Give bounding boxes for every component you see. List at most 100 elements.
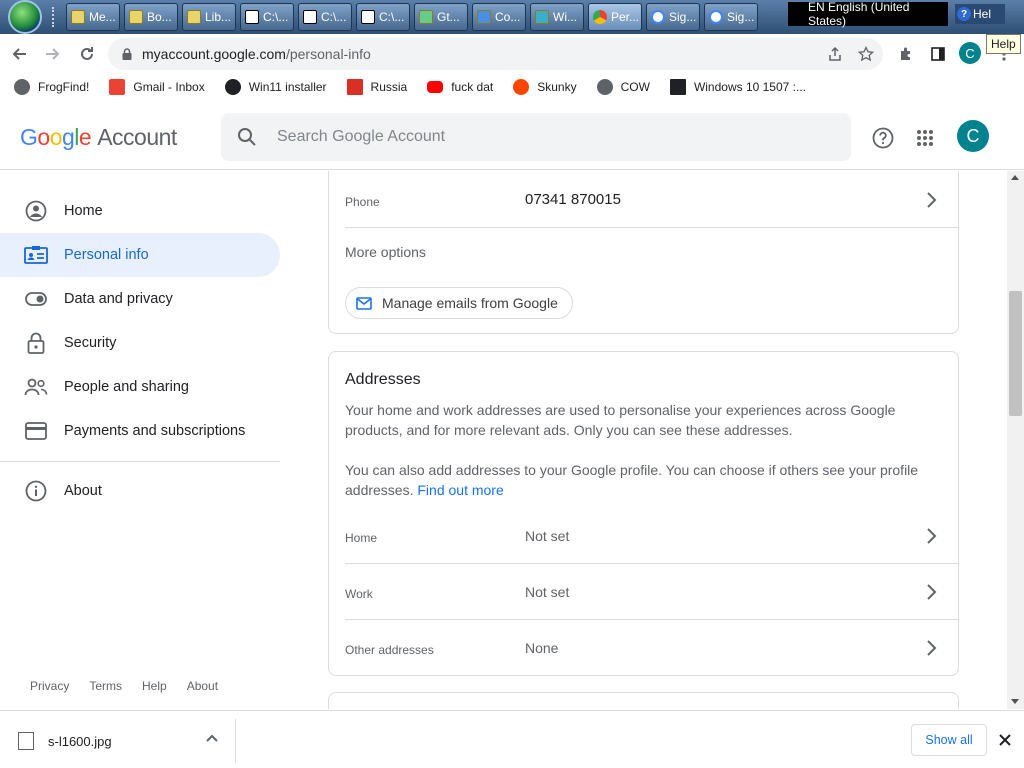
bookmark-frogfind[interactable]: FrogFind! — [14, 79, 89, 95]
reload-button[interactable] — [72, 39, 102, 69]
bookmark-star-button[interactable] — [854, 42, 878, 66]
sidebar-item-label: Data and privacy — [64, 291, 173, 307]
address-row-home[interactable]: Home Not set — [345, 508, 959, 564]
sidebar-item-label: People and sharing — [64, 379, 189, 395]
sidebar-item-security[interactable]: Security — [0, 321, 280, 365]
sidebar-item-personal-info[interactable]: Personal info — [0, 233, 280, 277]
google-wordmark: G — [20, 124, 38, 150]
footer-link-help[interactable]: Help — [142, 679, 167, 693]
chrome-icon — [593, 10, 607, 24]
sidebar-item-data-privacy[interactable]: Data and privacy — [0, 277, 280, 321]
address-row-other[interactable]: Other addresses None — [345, 620, 959, 676]
next-card — [328, 692, 959, 709]
manage-emails-button[interactable]: Manage emails from Google — [345, 287, 573, 319]
reddit-icon — [513, 79, 530, 95]
sidebar-footer: Privacy Terms Help About — [30, 679, 238, 693]
folder-icon — [71, 10, 85, 24]
share-icon — [829, 46, 841, 61]
address-label: Other addresses — [345, 643, 434, 657]
start-button[interactable] — [8, 0, 42, 34]
taskbar-button[interactable]: Per... — [588, 3, 642, 31]
folder-icon — [129, 10, 143, 24]
addresses-profile-text: You can also add addresses to your Googl… — [345, 462, 919, 498]
people-icon — [24, 375, 48, 399]
7zip-icon — [303, 10, 317, 24]
taskbar-button[interactable]: Gt... — [414, 3, 468, 31]
bookmarks-bar: FrogFind! Gmail - Inbox Win11 installer … — [0, 74, 1024, 100]
address-row-work[interactable]: Work Not set — [345, 564, 959, 620]
extensions-button[interactable] — [894, 42, 918, 66]
scroll-down-arrow[interactable] — [1011, 699, 1019, 704]
app-icon — [419, 10, 433, 24]
archive-icon — [669, 79, 686, 95]
account-search-input[interactable] — [277, 128, 817, 146]
bookmark-russia[interactable]: Russia — [346, 79, 407, 95]
footer-link-terms[interactable]: Terms — [89, 679, 122, 693]
github-icon — [224, 79, 241, 95]
globe-icon — [596, 79, 613, 95]
account-avatar[interactable]: C — [957, 120, 989, 152]
taskbar-button[interactable]: Co... — [472, 3, 526, 31]
side-panel-button[interactable] — [926, 42, 950, 66]
bookmark-win11[interactable]: Win11 installer — [224, 79, 327, 95]
chevron-up-icon[interactable] — [204, 731, 220, 747]
forward-button[interactable] — [38, 39, 68, 69]
share-button[interactable] — [823, 42, 847, 66]
bookmark-gmail[interactable]: Gmail - Inbox — [109, 79, 205, 95]
sidebar-item-about[interactable]: About — [0, 469, 280, 513]
address-value: Not set — [525, 583, 570, 600]
help-icon: ? — [957, 7, 971, 21]
toggle-icon — [24, 287, 48, 311]
download-item[interactable]: s-l1600.jpg — [0, 719, 236, 763]
taskbar-button[interactable]: Sig... — [704, 3, 758, 31]
bookmark-cow[interactable]: COW — [596, 79, 650, 95]
help-circle-button[interactable] — [871, 126, 895, 150]
sidebar-item-people-sharing[interactable]: People and sharing — [0, 365, 280, 409]
bookmark-fuck-dat[interactable]: fuck dat — [427, 80, 493, 94]
address-bar[interactable]: myaccount.google.com/personal-info — [108, 38, 883, 70]
sidebar-item-label: Personal info — [64, 247, 149, 263]
language-indicator[interactable]: EN English (United States) — [788, 0, 948, 28]
address-label: Work — [345, 586, 373, 601]
bookmark-windows10[interactable]: Windows 10 1507 :... — [669, 79, 806, 95]
show-all-button[interactable]: Show all — [911, 724, 987, 756]
scroll-up-arrow[interactable] — [1011, 175, 1019, 180]
close-icon[interactable] — [996, 731, 1014, 749]
address-value: Not set — [525, 527, 570, 544]
footer-link-about[interactable]: About — [187, 679, 218, 693]
more-options-label: More options — [345, 244, 426, 260]
google-account-logo[interactable]: Google Account — [20, 124, 177, 151]
puzzle-icon — [901, 47, 910, 60]
help-button[interactable]: ? Hel — [955, 4, 1005, 24]
taskbar-button[interactable]: C:\... — [356, 3, 410, 31]
bookmark-skunky[interactable]: Skunky — [513, 79, 577, 95]
scroll-thumb[interactable] — [1009, 291, 1022, 416]
taskbar-button[interactable]: Bo... — [124, 3, 178, 31]
taskbar-button[interactable]: C:\... — [240, 3, 294, 31]
taskbar-button[interactable]: Me... — [66, 3, 120, 31]
windows-taskbar: Me... Bo... Lib... C:\... C:\... C:\... … — [0, 0, 1024, 34]
google-icon — [709, 10, 723, 24]
contact-info-card: Phone 07341 870015 More options Manage e… — [328, 171, 959, 334]
sidebar-item-payments[interactable]: Payments and subscriptions — [0, 409, 280, 453]
chevron-right-icon — [927, 191, 937, 208]
taskbar-button[interactable]: C:\... — [298, 3, 352, 31]
taskbar-button[interactable]: Sig... — [646, 3, 700, 31]
credit-card-icon — [24, 419, 48, 443]
find-out-more-link[interactable]: Find out more — [417, 482, 503, 498]
footer-link-privacy[interactable]: Privacy — [30, 679, 69, 693]
youtube-icon — [427, 81, 444, 93]
browser-profile-button[interactable]: C — [959, 42, 981, 64]
taskbar-button[interactable]: Wi... — [530, 3, 584, 31]
account-search-bar[interactable] — [221, 113, 851, 161]
sidebar-item-home[interactable]: Home — [0, 189, 280, 233]
image-file-icon — [18, 732, 34, 750]
back-button[interactable] — [4, 39, 34, 69]
phone-row[interactable]: Phone 07341 870015 — [345, 172, 959, 228]
page-scrollbar[interactable] — [1007, 171, 1024, 709]
reload-icon — [81, 47, 93, 60]
google-icon — [651, 10, 665, 24]
taskbar-button[interactable]: Lib... — [182, 3, 236, 31]
apps-grid-button[interactable] — [913, 126, 937, 150]
taskbar-grip[interactable] — [52, 7, 60, 27]
